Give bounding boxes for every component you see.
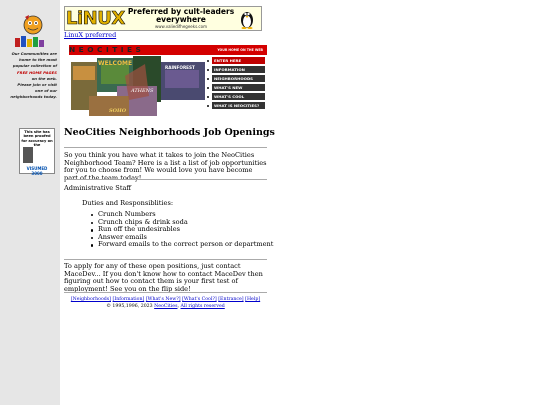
nav-item-label: WHAT'S NEW bbox=[212, 84, 265, 91]
rights-link[interactable]: All rights reserved bbox=[181, 304, 225, 309]
position-heading: Administrative Staff bbox=[64, 184, 132, 192]
collage-caption-athens: ATHENS bbox=[130, 88, 154, 94]
bullet-icon bbox=[207, 96, 209, 98]
divider bbox=[64, 292, 267, 293]
nav-item-whats-cool[interactable]: WHAT'S COOL bbox=[206, 93, 268, 102]
footer-link-information[interactable]: [Information] bbox=[113, 297, 145, 302]
nav-item-what-is-neocities[interactable]: WHAT IS NEOCITIES? bbox=[206, 102, 268, 111]
collage-caption-rainforest: RAINFOREST bbox=[165, 65, 195, 70]
banner-url: www.valiedifhegeeks.com bbox=[155, 24, 207, 29]
bullet-icon bbox=[207, 60, 209, 62]
divider bbox=[64, 147, 267, 148]
collage-caption-welcome: WELCOME bbox=[98, 60, 132, 67]
page-title: NeoCities Neighborhoods Job Openings bbox=[64, 127, 275, 138]
linux-logo: LiNUX bbox=[66, 8, 126, 30]
proofed-badge-label: VISUMED 3000 bbox=[26, 166, 48, 176]
banner-tagline: Preferred by cult-leaders everywhere bbox=[127, 7, 235, 24]
nav-item-label: INFORMATION bbox=[212, 66, 265, 73]
footer-link-whats-new[interactable]: [What's New?] bbox=[146, 297, 181, 302]
nav-item-label: WHAT'S COOL bbox=[212, 93, 265, 100]
footer-copyright: © 1995,1996, 2023 NeoCities, All rights … bbox=[64, 304, 267, 310]
nav-item-neighborhoods[interactable]: NEIGHBORHOODS bbox=[206, 75, 268, 84]
duties-list: Crunch Numbers Crunch chips & drink soda… bbox=[89, 210, 273, 249]
neocities-header-bar: NEOCITIES YOUR HOME ON THE WEB bbox=[69, 45, 267, 55]
proofed-text: This site has been proofed for accuracy … bbox=[21, 130, 53, 148]
footer-link-entrance[interactable]: [Entrance] bbox=[218, 297, 243, 302]
collage-caption-soho: SOHO bbox=[109, 108, 127, 114]
tux-penguin-icon bbox=[241, 12, 253, 29]
divider bbox=[64, 179, 267, 180]
footer-link-whats-cool[interactable]: [What's Cool?] bbox=[182, 297, 217, 302]
bullet-icon bbox=[207, 69, 209, 71]
bullet-icon bbox=[207, 87, 209, 89]
apply-paragraph: To apply for any of these open positions… bbox=[64, 262, 263, 293]
nav-item-label: ENTER HERE bbox=[212, 57, 265, 64]
left-sidebar: Our Communities are home to the most pop… bbox=[0, 0, 60, 405]
list-item: Forward emails to the correct person or … bbox=[89, 241, 273, 249]
neocities-link[interactable]: NeoCities bbox=[154, 304, 177, 309]
sidebar-blurb: Our Communities are home to the most pop… bbox=[4, 51, 57, 101]
neocities-nav-menu: ENTER HERE INFORMATION NEIGHBORHOODS WHA… bbox=[206, 57, 268, 111]
footer-link-neighborhoods[interactable]: [Neighborhoods] bbox=[71, 297, 111, 302]
nav-item-enter-here[interactable]: ENTER HERE bbox=[206, 57, 268, 66]
neighborhood-collage-image[interactable]: WELCOME RAINFOREST ATHENS SOHO bbox=[69, 56, 206, 120]
linux-preferred-link[interactable]: LinuX preferred bbox=[64, 31, 116, 39]
nav-item-label: NEIGHBORHOODS bbox=[212, 75, 265, 82]
neocities-title: NEOCITIES bbox=[69, 45, 145, 54]
footer-nav: [Neighborhoods] [Information] [What's Ne… bbox=[64, 297, 267, 303]
comma-separator: , bbox=[177, 304, 180, 309]
footer-link-help[interactable]: [Help] bbox=[245, 297, 260, 302]
nav-item-information[interactable]: INFORMATION bbox=[206, 66, 268, 75]
nav-item-whats-new[interactable]: WHAT'S NEW bbox=[206, 84, 268, 93]
intro-paragraph: So you think you have what it takes to j… bbox=[64, 151, 267, 182]
nav-item-label: WHAT IS NEOCITIES? bbox=[212, 102, 265, 109]
bullet-icon bbox=[207, 78, 209, 80]
linux-banner-ad[interactable]: LiNUX Preferred by cult-leaders everywhe… bbox=[64, 6, 262, 31]
duties-label: Duties and Responsiblities: bbox=[82, 199, 174, 207]
bullet-icon bbox=[207, 105, 209, 107]
mascot-logo-icon bbox=[15, 15, 44, 47]
copyright-text: © 1995,1996, 2023 bbox=[106, 304, 153, 309]
computer-icon bbox=[23, 147, 33, 163]
proofed-badge[interactable]: This site has been proofed for accuracy … bbox=[19, 128, 55, 176]
sidebar-blurb-line: neighborhoods today. bbox=[10, 94, 57, 100]
neocities-subtitle: YOUR HOME ON THE WEB bbox=[217, 48, 263, 52]
divider bbox=[64, 259, 267, 260]
